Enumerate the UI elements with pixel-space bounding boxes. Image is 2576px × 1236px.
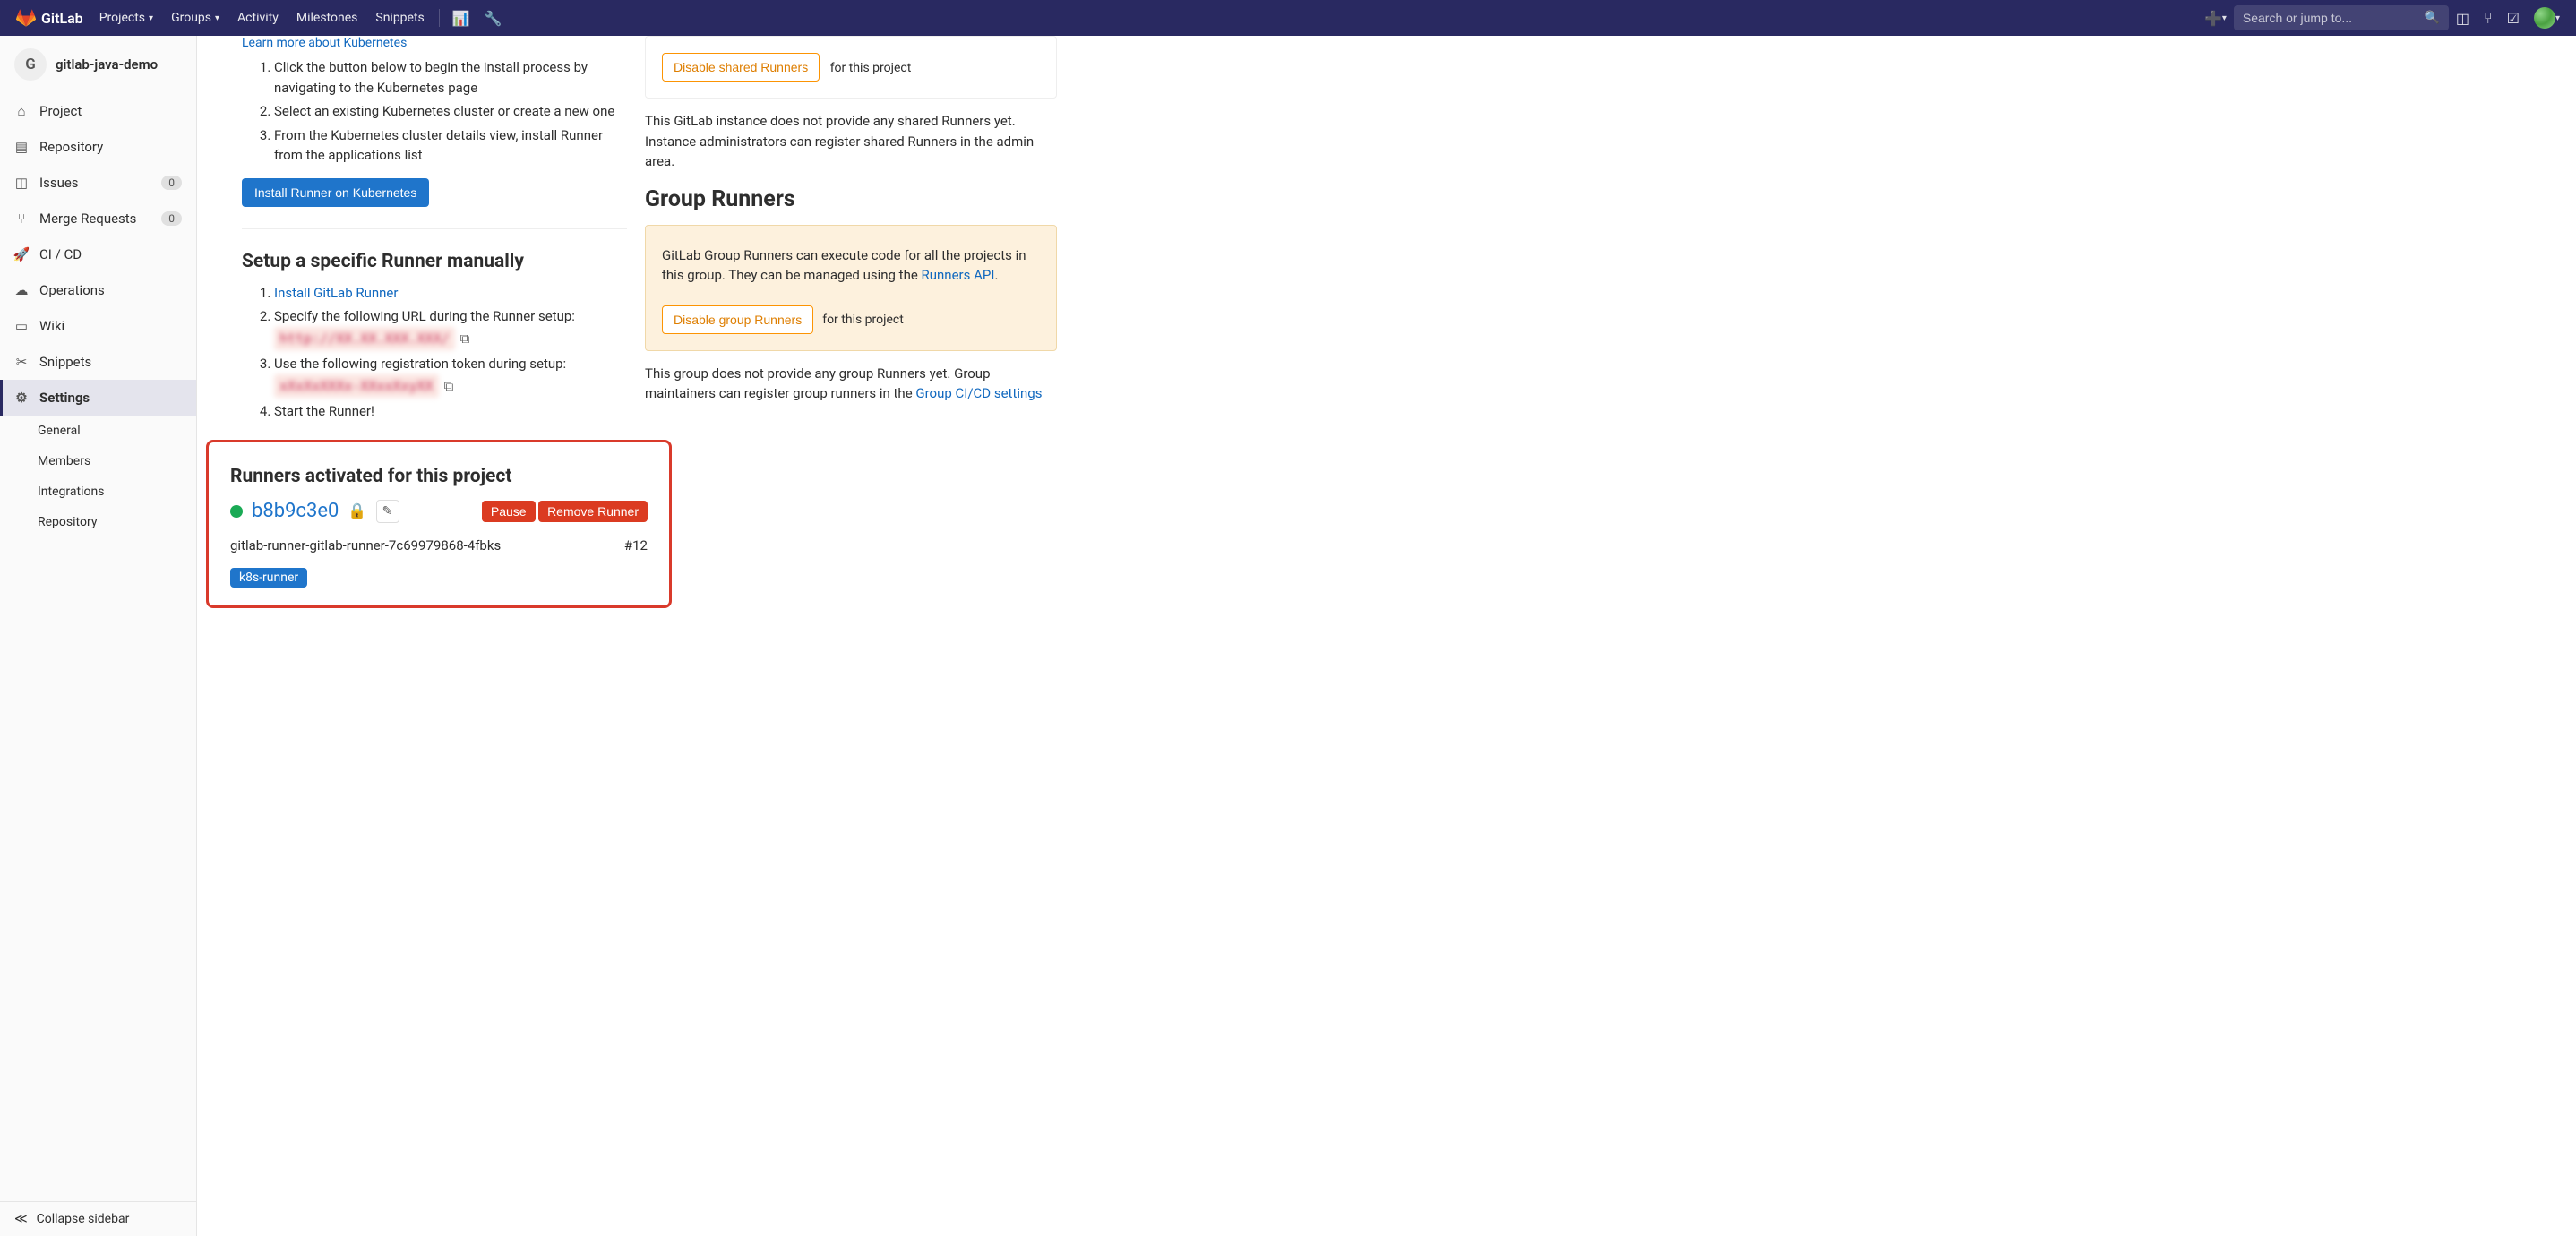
merge-requests-icon[interactable]: ⑂ — [2477, 0, 2500, 36]
group-box-text: GitLab Group Runners can execute code fo… — [662, 245, 1040, 286]
for-this-project-text: for this project — [830, 61, 912, 75]
project-avatar: G — [14, 48, 47, 81]
runner-row: b8b9c3e0 🔒 ✎ Pause Remove Runner — [230, 500, 648, 523]
search-input[interactable] — [2243, 11, 2425, 25]
manual-step-3: Use the following registration token dur… — [274, 354, 627, 398]
issues-icon: ◫ — [14, 175, 29, 191]
kube-step-3: From the Kubernetes cluster details view… — [274, 125, 627, 166]
mr-count: 0 — [161, 211, 182, 226]
group-runners-note: This group does not provide any group Ru… — [645, 364, 1057, 404]
sidebar-sub-integrations[interactable]: Integrations — [0, 476, 196, 507]
chart-icon[interactable]: 📊 — [445, 0, 477, 36]
sidebar-item-merge-requests[interactable]: ⑂Merge Requests0 — [0, 201, 196, 236]
pause-runner-button[interactable]: Pause — [482, 501, 536, 522]
group-cicd-settings-link[interactable]: Group CI/CD settings — [915, 385, 1042, 401]
plus-icon[interactable]: ➕ ▾ — [2197, 0, 2234, 36]
brand-text: GitLab — [41, 10, 83, 27]
chevron-left-icon: ≪ — [14, 1212, 28, 1226]
scissors-icon: ✂ — [14, 354, 29, 370]
sidebar-sub-general[interactable]: General — [0, 416, 196, 446]
sidebar-item-snippets[interactable]: ✂Snippets — [0, 344, 196, 380]
group-runners-title: Group Runners — [645, 186, 1057, 212]
todos-icon[interactable]: ☑ — [2500, 0, 2527, 36]
shared-runners-box: Disable shared Runners for this project — [645, 36, 1057, 99]
sidebar: G gitlab-java-demo ⌂Project ▤Repository … — [0, 36, 197, 1236]
cloud-icon: ☁ — [14, 282, 29, 298]
runner-description: gitlab-runner-gitlab-runner-7c69979868-4… — [230, 537, 501, 554]
runner-url: http://XX.XX.XXX.XXX/ — [274, 327, 455, 351]
runners-activated-box: Runners activated for this project b8b9c… — [206, 440, 672, 608]
manual-steps: Install GitLab Runner Specify the follow… — [242, 283, 627, 422]
kube-step-1: Click the button below to begin the inst… — [274, 57, 627, 98]
search-box[interactable]: 🔍 — [2234, 5, 2449, 30]
top-navbar: GitLab Projects ▾ Groups ▾ Activity Mile… — [0, 0, 2576, 36]
doc-icon: ▤ — [14, 139, 29, 155]
rocket-icon: 🚀 — [14, 246, 29, 262]
learn-kubernetes-link[interactable]: Learn more about Kubernetes — [242, 36, 407, 50]
sidebar-item-issues[interactable]: ◫Issues0 — [0, 165, 196, 201]
project-name: gitlab-java-demo — [56, 56, 158, 73]
divider — [242, 228, 627, 229]
sidebar-item-repository[interactable]: ▤Repository — [0, 129, 196, 165]
disable-group-runners-button[interactable]: Disable group Runners — [662, 305, 813, 334]
runner-id-link[interactable]: b8b9c3e0 — [252, 500, 339, 522]
sidebar-item-settings[interactable]: ⚙Settings — [0, 380, 196, 416]
nav-divider — [439, 9, 440, 27]
runner-tag: k8s-runner — [230, 568, 307, 588]
shared-runners-note: This GitLab instance does not provide an… — [645, 111, 1057, 172]
nav-activity[interactable]: Activity — [228, 0, 288, 36]
book-icon: ▭ — [14, 318, 29, 334]
nav-projects[interactable]: Projects ▾ — [90, 0, 162, 36]
merge-icon: ⑂ — [14, 210, 29, 227]
nav-milestones[interactable]: Milestones — [288, 0, 367, 36]
collapse-sidebar[interactable]: ≪Collapse sidebar — [0, 1201, 196, 1236]
lock-icon: 🔒 — [348, 502, 366, 520]
nav-snippets[interactable]: Snippets — [366, 0, 433, 36]
user-avatar — [2534, 7, 2555, 29]
sidebar-item-operations[interactable]: ☁Operations — [0, 272, 196, 308]
issues-count: 0 — [161, 176, 182, 190]
sidebar-item-wiki[interactable]: ▭Wiki — [0, 308, 196, 344]
manual-step-2: Specify the following URL during the Run… — [274, 306, 627, 350]
install-runner-kubernetes-button[interactable]: Install Runner on Kubernetes — [242, 178, 429, 207]
gear-icon: ⚙ — [14, 390, 29, 406]
user-menu[interactable]: ▾ — [2527, 0, 2567, 36]
copy-token-icon[interactable]: ⧉ — [444, 378, 454, 394]
registration-token: xXxXxXXXx-XXxxXxyXX — [274, 374, 439, 399]
main-content: Learn more about Kubernetes Click the bu… — [197, 36, 2576, 1236]
tanuki-icon — [16, 8, 36, 28]
sidebar-item-cicd[interactable]: 🚀CI / CD — [0, 236, 196, 272]
project-header[interactable]: G gitlab-java-demo — [0, 36, 196, 93]
wrench-icon[interactable]: 🔧 — [477, 0, 510, 36]
sidebar-sub-repository[interactable]: Repository — [0, 507, 196, 537]
manual-step-4: Start the Runner! — [274, 401, 627, 422]
runners-api-link[interactable]: Runners API — [922, 267, 995, 283]
remove-runner-button[interactable]: Remove Runner — [538, 501, 648, 522]
status-dot-online — [230, 505, 243, 518]
search-icon: 🔍 — [2424, 11, 2439, 25]
group-runners-box: GitLab Group Runners can execute code fo… — [645, 225, 1057, 351]
copy-url-icon[interactable]: ⧉ — [460, 330, 470, 347]
kube-steps: Click the button below to begin the inst… — [242, 57, 627, 166]
edit-runner-button[interactable]: ✎ — [376, 500, 399, 523]
disable-shared-runners-button[interactable]: Disable shared Runners — [662, 53, 820, 82]
chevron-down-icon: ▾ — [215, 13, 219, 23]
runners-activated-title: Runners activated for this project — [230, 466, 648, 487]
issues-icon[interactable]: ◫ — [2449, 0, 2477, 36]
runner-description-row: gitlab-runner-gitlab-runner-7c69979868-4… — [230, 537, 648, 554]
group-for-project-text: for this project — [822, 313, 904, 327]
install-gitlab-runner-link[interactable]: Install GitLab Runner — [274, 285, 398, 301]
home-icon: ⌂ — [14, 103, 29, 119]
sidebar-item-project[interactable]: ⌂Project — [0, 93, 196, 129]
sidebar-sub-members[interactable]: Members — [0, 446, 196, 476]
manual-setup-title: Setup a specific Runner manually — [242, 251, 627, 272]
gitlab-logo[interactable]: GitLab — [9, 8, 90, 28]
chevron-down-icon: ▾ — [149, 13, 153, 23]
nav-groups[interactable]: Groups ▾ — [162, 0, 228, 36]
kube-step-2: Select an existing Kubernetes cluster or… — [274, 101, 627, 122]
